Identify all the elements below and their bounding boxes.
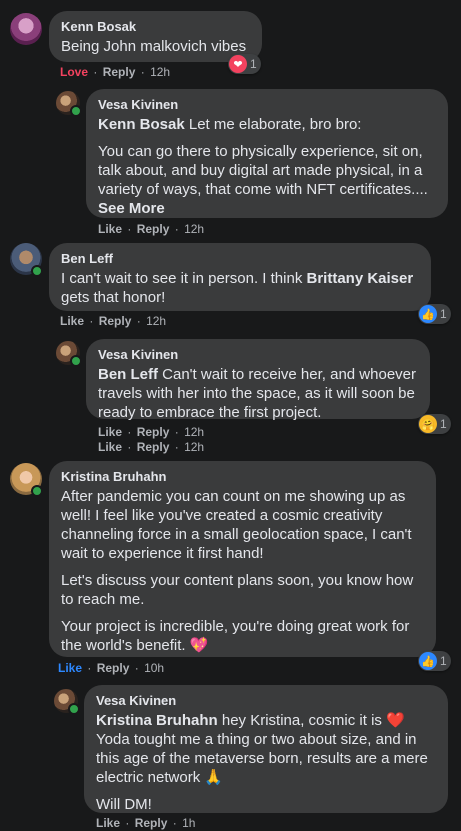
comment-bubble-ben-leff: Ben Leff I can't wait to see it in perso… xyxy=(49,243,431,311)
comment-bubble-kenn-bosak: Kenn Bosak Being John malkovich vibes xyxy=(49,11,262,62)
comment-paragraph: Let's discuss your content plans soon, y… xyxy=(61,572,414,608)
separator: · xyxy=(127,222,132,236)
online-status-indicator xyxy=(31,265,43,277)
separator: · xyxy=(174,222,179,236)
comment-actions: Like · Reply · 12h xyxy=(98,425,204,439)
comment-author[interactable]: Vesa Kivinen xyxy=(96,693,436,709)
comment-actions: Like · Reply · 1h xyxy=(96,816,195,830)
mention-link[interactable]: Ben Leff xyxy=(98,366,158,383)
separator: · xyxy=(140,65,145,79)
comment-bubble-vesa-kivinen: Vesa Kivinen Kenn Bosak Let me elaborate… xyxy=(86,89,448,218)
mention-link[interactable]: Kristina Bruhahn xyxy=(96,712,218,729)
like-action[interactable]: Like xyxy=(96,816,120,830)
comment-actions: Like · Reply · 12h xyxy=(98,440,204,454)
separator: · xyxy=(127,425,132,439)
separator: · xyxy=(93,65,98,79)
timestamp[interactable]: 12h xyxy=(146,314,166,328)
comment-paragraph: Will DM! xyxy=(96,796,152,813)
comment-author[interactable]: Vesa Kivinen xyxy=(98,347,418,363)
see-more-link[interactable]: See More xyxy=(98,200,165,217)
comment-bubble-kristina-bruhahn: Kristina Bruhahn After pandemic you can … xyxy=(49,461,436,657)
reply-action[interactable]: Reply xyxy=(99,314,132,328)
reaction-summary[interactable]: 👍 1 xyxy=(418,651,451,671)
separator: · xyxy=(136,314,141,328)
online-status-indicator xyxy=(68,703,80,715)
online-status-indicator xyxy=(31,485,43,497)
reaction-count: 1 xyxy=(440,654,447,668)
comment-text-part: gets that honor! xyxy=(61,289,166,306)
comment-text-part: You can go there to physically experienc… xyxy=(98,143,428,198)
comment-text: Kenn Bosak Let me elaborate, bro bro: Yo… xyxy=(98,115,436,218)
reply-action[interactable]: Reply xyxy=(137,222,170,236)
reaction-count: 1 xyxy=(440,417,447,431)
reaction-count: 1 xyxy=(440,307,447,321)
separator: · xyxy=(125,816,130,830)
comment-actions: Like · Reply · 12h xyxy=(98,222,204,236)
like-action[interactable]: Like xyxy=(98,440,122,454)
reaction-summary[interactable]: ❤ 1 xyxy=(228,54,261,74)
separator: · xyxy=(87,661,92,675)
timestamp[interactable]: 12h xyxy=(150,65,170,79)
like-action[interactable]: Like xyxy=(98,425,122,439)
comment-bubble-vesa-kivinen: Vesa Kivinen Ben Leff Can't wait to rece… xyxy=(86,339,430,422)
comment-author[interactable]: Kristina Bruhahn xyxy=(61,469,424,485)
timestamp[interactable]: 10h xyxy=(144,661,164,675)
reply-action[interactable]: Reply xyxy=(135,816,168,830)
care-icon: 🤗 xyxy=(419,415,437,433)
reaction-summary[interactable]: 🤗 1 xyxy=(418,414,451,434)
thumbs-up-icon: 👍 xyxy=(419,305,437,323)
mention-link[interactable]: Kenn Bosak xyxy=(98,116,185,133)
comment-actions: Like · Reply · 10h xyxy=(58,661,164,675)
separator: · xyxy=(134,661,139,675)
comment-text: Being John malkovich vibes xyxy=(61,38,247,55)
comment-text: I can't wait to see it in person. I thin… xyxy=(61,269,419,307)
reply-action[interactable]: Reply xyxy=(103,65,136,79)
avatar-kenn-bosak[interactable] xyxy=(10,13,42,45)
separator: · xyxy=(89,314,94,328)
separator: · xyxy=(174,425,179,439)
reaction-summary[interactable]: 👍 1 xyxy=(418,304,451,324)
comment-author[interactable]: Vesa Kivinen xyxy=(98,97,436,113)
separator: · xyxy=(174,440,179,454)
timestamp[interactable]: 12h xyxy=(184,222,204,236)
comment-text-part: Let me elaborate, bro bro: xyxy=(184,116,362,133)
reaction-count: 1 xyxy=(250,57,257,71)
heart-icon: ❤ xyxy=(229,55,247,73)
comment-text: After pandemic you can count on me showi… xyxy=(61,487,424,655)
comment-actions: Love · Reply · 12h xyxy=(60,65,170,79)
comment-text: Kristina Bruhahn hey Kristina, cosmic it… xyxy=(96,711,436,814)
reply-action[interactable]: Reply xyxy=(137,425,170,439)
reply-action[interactable]: Reply xyxy=(137,440,170,454)
comment-author[interactable]: Kenn Bosak xyxy=(61,19,250,35)
comment-author[interactable]: Ben Leff xyxy=(61,251,419,267)
comment-bubble-vesa-kivinen: Vesa Kivinen Kristina Bruhahn hey Kristi… xyxy=(84,685,448,813)
separator: · xyxy=(127,440,132,454)
like-action[interactable]: Like xyxy=(98,222,122,236)
timestamp[interactable]: 12h xyxy=(184,425,204,439)
comment-text-part: I can't wait to see it in person. I thin… xyxy=(61,270,307,287)
like-action[interactable]: Like xyxy=(60,314,84,328)
online-status-indicator xyxy=(70,355,82,367)
comment-actions: Like · Reply · 12h xyxy=(60,314,166,328)
reply-action[interactable]: Reply xyxy=(97,661,130,675)
timestamp[interactable]: 1h xyxy=(182,816,195,830)
separator: · xyxy=(172,816,177,830)
comment-text: Ben Leff Can't wait to receive her, and … xyxy=(98,365,418,422)
love-action[interactable]: Love xyxy=(60,65,88,79)
like-action[interactable]: Like xyxy=(58,661,82,675)
thumbs-up-icon: 👍 xyxy=(419,652,437,670)
mention-link[interactable]: Brittany Kaiser xyxy=(307,270,414,287)
comment-paragraph: Your project is incredible, you're doing… xyxy=(61,618,410,654)
timestamp[interactable]: 12h xyxy=(184,440,204,454)
online-status-indicator xyxy=(70,105,82,117)
comment-paragraph: After pandemic you can count on me showi… xyxy=(61,488,412,562)
